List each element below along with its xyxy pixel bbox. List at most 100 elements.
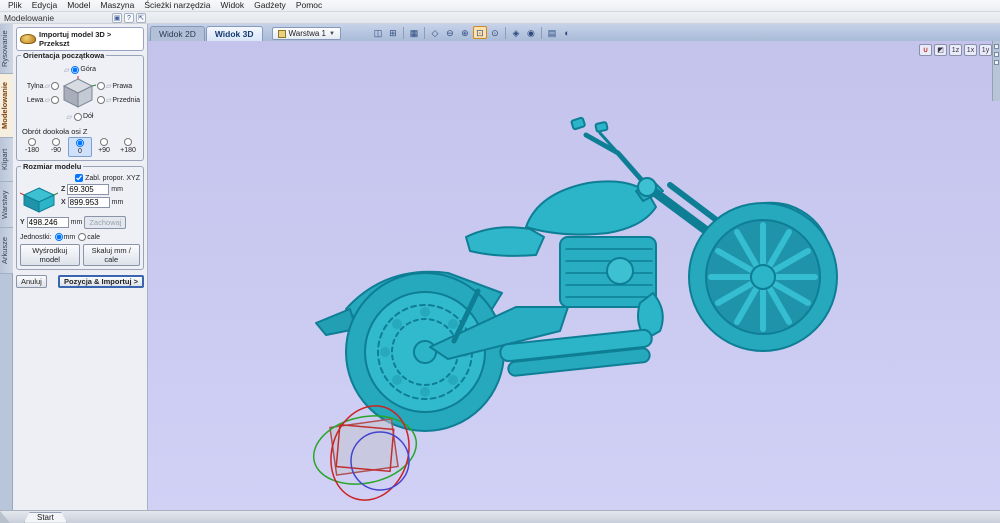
cancel-button[interactable]: Anuluj: [16, 275, 47, 288]
light-view-icon[interactable]: ◐: [560, 26, 574, 39]
menu-sciezki[interactable]: Ścieżki narzędzia: [139, 0, 215, 11]
pin-panel-icon[interactable]: ⇱: [136, 13, 146, 23]
toolbar-separator: [540, 26, 542, 39]
lock-proportions[interactable]: Zabl. propor. XYZ: [20, 174, 140, 182]
iso-x-icon[interactable]: 1x: [964, 44, 977, 56]
view-toolbar: ◫ ⊞ ▦ ◇ ⊖ ⊕ ⊡ ⊙ ◈ ◉ ▤ ◐: [371, 26, 574, 39]
size-x-input[interactable]: [67, 197, 110, 208]
rotation-option-m90[interactable]: -90: [44, 137, 68, 157]
zoom-in-icon[interactable]: ⊕: [458, 26, 472, 39]
orientation-radio-tylna[interactable]: [50, 82, 59, 90]
motorcycle-model[interactable]: [148, 41, 1000, 510]
snap-diamond-icon[interactable]: ◇: [428, 26, 442, 39]
orientation-option-lewa[interactable]: Lewa ▱: [27, 96, 59, 104]
tab-widok-2d[interactable]: Widok 2D: [150, 26, 205, 41]
menu-plik[interactable]: Plik: [3, 0, 27, 11]
rotation-options: -180 -90 0 +90 +180: [20, 137, 140, 157]
rotation-radio-m90[interactable]: [52, 138, 60, 146]
dock-handle-icon[interactable]: [994, 52, 999, 57]
rotation-radio-p180[interactable]: [124, 138, 132, 146]
orientation-option-dol[interactable]: Dół: [73, 112, 93, 121]
unit-y-label: mm: [70, 219, 83, 226]
units-row: Jednostki: mm cale: [20, 233, 140, 241]
panel-title: Importuj model 3D > Przekszt: [39, 30, 112, 48]
help-icon[interactable]: ?: [124, 13, 134, 23]
units-label: Jednostki:: [20, 233, 52, 241]
rotation-option-p180[interactable]: +180: [116, 137, 140, 157]
magnet-icon[interactable]: ∪: [919, 44, 932, 56]
dock-handle-icon[interactable]: [994, 44, 999, 49]
lock-proportions-checkbox[interactable]: [75, 174, 84, 182]
sidebar-tab-warstwy[interactable]: Warstwy: [0, 182, 13, 228]
orientation-option-tylna[interactable]: Tylna ▱: [27, 82, 59, 90]
menu-model[interactable]: Model: [62, 0, 95, 11]
viewport-3d[interactable]: ∪ ◩ 1z 1x 1y: [148, 41, 1000, 510]
orientation-option-przednia[interactable]: ▱ Przednia: [96, 96, 140, 104]
menu-bar: Plik Edycja Model Maszyna Ścieżki narzęd…: [0, 0, 1000, 12]
slab-icon: ▱: [44, 83, 50, 90]
unit-cale-option[interactable]: cale: [78, 233, 100, 241]
toolbar-separator: [423, 26, 425, 39]
rotate-view-icon[interactable]: ◩: [934, 44, 947, 56]
menu-gadzety[interactable]: Gadżety: [249, 0, 291, 11]
orientation-radio-prawa[interactable]: [96, 82, 105, 90]
dock-handle-icon[interactable]: [994, 60, 999, 65]
orientation-radio-lewa[interactable]: [50, 96, 59, 104]
scale-units-button[interactable]: Skaluj mm / cale: [82, 244, 140, 266]
orientation-option-prawa[interactable]: ▱ Prawa: [96, 82, 132, 90]
rotation-option-0[interactable]: 0: [68, 137, 92, 157]
zoom-window-icon[interactable]: ⊡: [472, 26, 487, 39]
tab-widok-3d[interactable]: Widok 3D: [205, 26, 263, 41]
statusbar-corner: [0, 511, 10, 523]
position-import-button[interactable]: Pozycja & Importuj >: [58, 275, 144, 288]
sidebar-tab-klipart[interactable]: Klipart: [0, 138, 13, 182]
rotation-option-p90[interactable]: +90: [92, 137, 116, 157]
iso-y-icon[interactable]: 1y: [979, 44, 992, 56]
slab-icon: ▱: [105, 97, 112, 104]
center-model-button[interactable]: Wyśrodkuj model: [20, 244, 80, 266]
zoom-object-icon[interactable]: ◈: [509, 26, 523, 39]
orientation-radio-dol[interactable]: [73, 112, 82, 121]
menu-widok[interactable]: Widok: [216, 0, 250, 11]
size-z-input[interactable]: [67, 184, 110, 195]
rotation-option-m180[interactable]: -180: [20, 137, 44, 157]
start-tab[interactable]: Start: [24, 512, 67, 523]
slab-icon: ▱: [105, 83, 112, 90]
menu-edycja[interactable]: Edycja: [27, 0, 63, 11]
orientation-group-title: Orientacja początkowa: [21, 51, 107, 60]
chevron-down-icon: ▼: [329, 30, 335, 37]
rotation-radio-m180[interactable]: [28, 138, 36, 146]
menu-maszyna[interactable]: Maszyna: [95, 0, 139, 11]
iso-z-icon[interactable]: 1z: [949, 44, 962, 56]
orientation-radio-przednia[interactable]: [96, 96, 105, 104]
slab-icon: ▱: [66, 113, 72, 121]
zoom-fit-icon[interactable]: ⊙: [488, 26, 502, 39]
unit-mm-option[interactable]: mm: [54, 233, 75, 241]
rotation-radio-0[interactable]: [76, 139, 84, 147]
size-y-input[interactable]: [26, 217, 69, 228]
menu-pomoc[interactable]: Pomoc: [291, 0, 327, 11]
texture-view-icon[interactable]: ▤: [545, 26, 559, 39]
split-view-icon[interactable]: ◫: [371, 26, 385, 39]
multi-window-icon[interactable]: ⊞: [386, 26, 400, 39]
keep-button[interactable]: Zachowaj: [84, 216, 127, 229]
axis-y-label: Y: [20, 219, 25, 226]
zoom-out-icon[interactable]: ⊖: [443, 26, 457, 39]
unit-cale-radio[interactable]: [78, 233, 87, 241]
panel-toggle-icon[interactable]: ▣: [112, 13, 122, 23]
mode-bar: Modelowanie ▣ ? ⇱: [0, 12, 1000, 24]
sidebar-tab-rysowanie[interactable]: Rysowanie: [0, 24, 13, 74]
shade-view-icon[interactable]: ◉: [524, 26, 538, 39]
model-size-title: Rozmiar modelu: [21, 162, 84, 171]
rotation-label: Obrót dookoła osi Z: [22, 127, 88, 136]
unit-mm-radio[interactable]: [54, 233, 63, 241]
grid-icon[interactable]: ▦: [407, 26, 421, 39]
layer-color-icon: [277, 29, 286, 38]
orientation-group: Orientacja początkowa ▱ Góra Tylna ▱ Lew…: [16, 51, 144, 161]
sidebar-tab-modelowanie[interactable]: Modelowanie: [0, 74, 13, 138]
rotation-radio-p90[interactable]: [100, 138, 108, 146]
orientation-radio-gora[interactable]: [71, 65, 80, 74]
orientation-option-gora[interactable]: Góra: [71, 65, 96, 74]
layer-selector[interactable]: Warstwa 1 ▼: [271, 27, 341, 40]
sidebar-tab-arkusze[interactable]: Arkusze: [0, 228, 13, 274]
